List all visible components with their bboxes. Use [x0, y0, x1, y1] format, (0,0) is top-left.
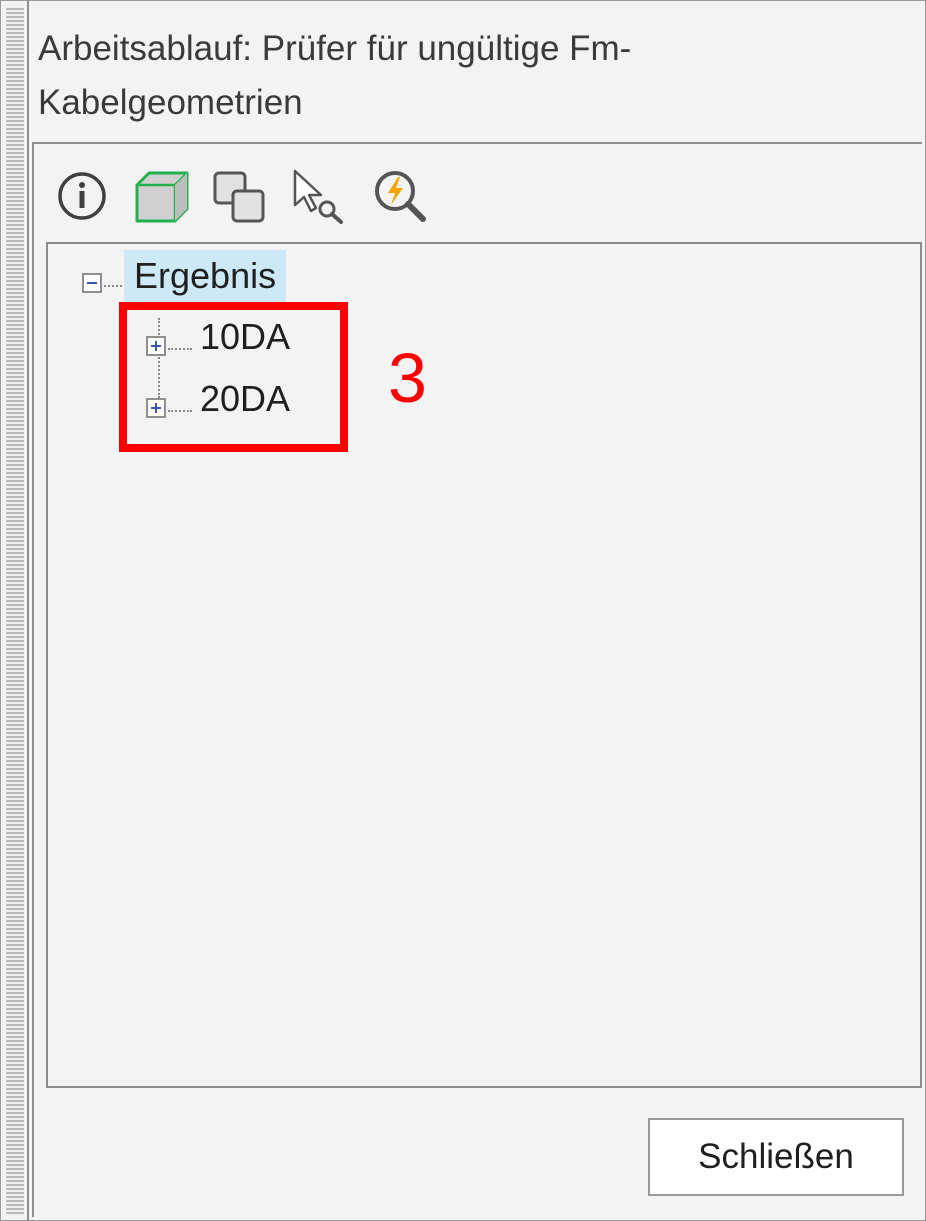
tree-connector — [104, 285, 122, 287]
copy-button[interactable] — [208, 164, 272, 228]
3d-box-icon — [135, 171, 189, 223]
annotation-highlight-box — [119, 302, 348, 452]
lightning-magnifier-icon — [375, 171, 426, 222]
annotation-number: 3 — [388, 339, 427, 417]
info-icon — [58, 172, 106, 220]
tree-node-ergebnis[interactable]: Ergebnis — [124, 250, 287, 302]
run-validation-button[interactable] — [368, 164, 432, 228]
pane-resize-grip[interactable] — [6, 8, 24, 1216]
pane-title-line-2: Kabelgeometrien — [38, 83, 303, 122]
overlapping-squares-icon — [213, 171, 265, 223]
pane-title: Arbeitsablauf: Prüfer für ungültige Fm- … — [38, 22, 898, 130]
info-button[interactable] — [50, 164, 114, 228]
zoom-to-3d-button[interactable] — [130, 164, 194, 228]
collapse-ergebnis-toggle[interactable] — [82, 273, 102, 293]
pane-divider — [27, 0, 29, 1221]
cursor-magnifier-icon — [293, 169, 343, 224]
close-button[interactable]: Schließen — [648, 1118, 904, 1196]
select-and-inspect-button[interactable] — [286, 164, 350, 228]
minus-icon — [87, 282, 97, 284]
pane-title-line-1: Arbeitsablauf: Prüfer für ungültige Fm- — [38, 29, 632, 68]
